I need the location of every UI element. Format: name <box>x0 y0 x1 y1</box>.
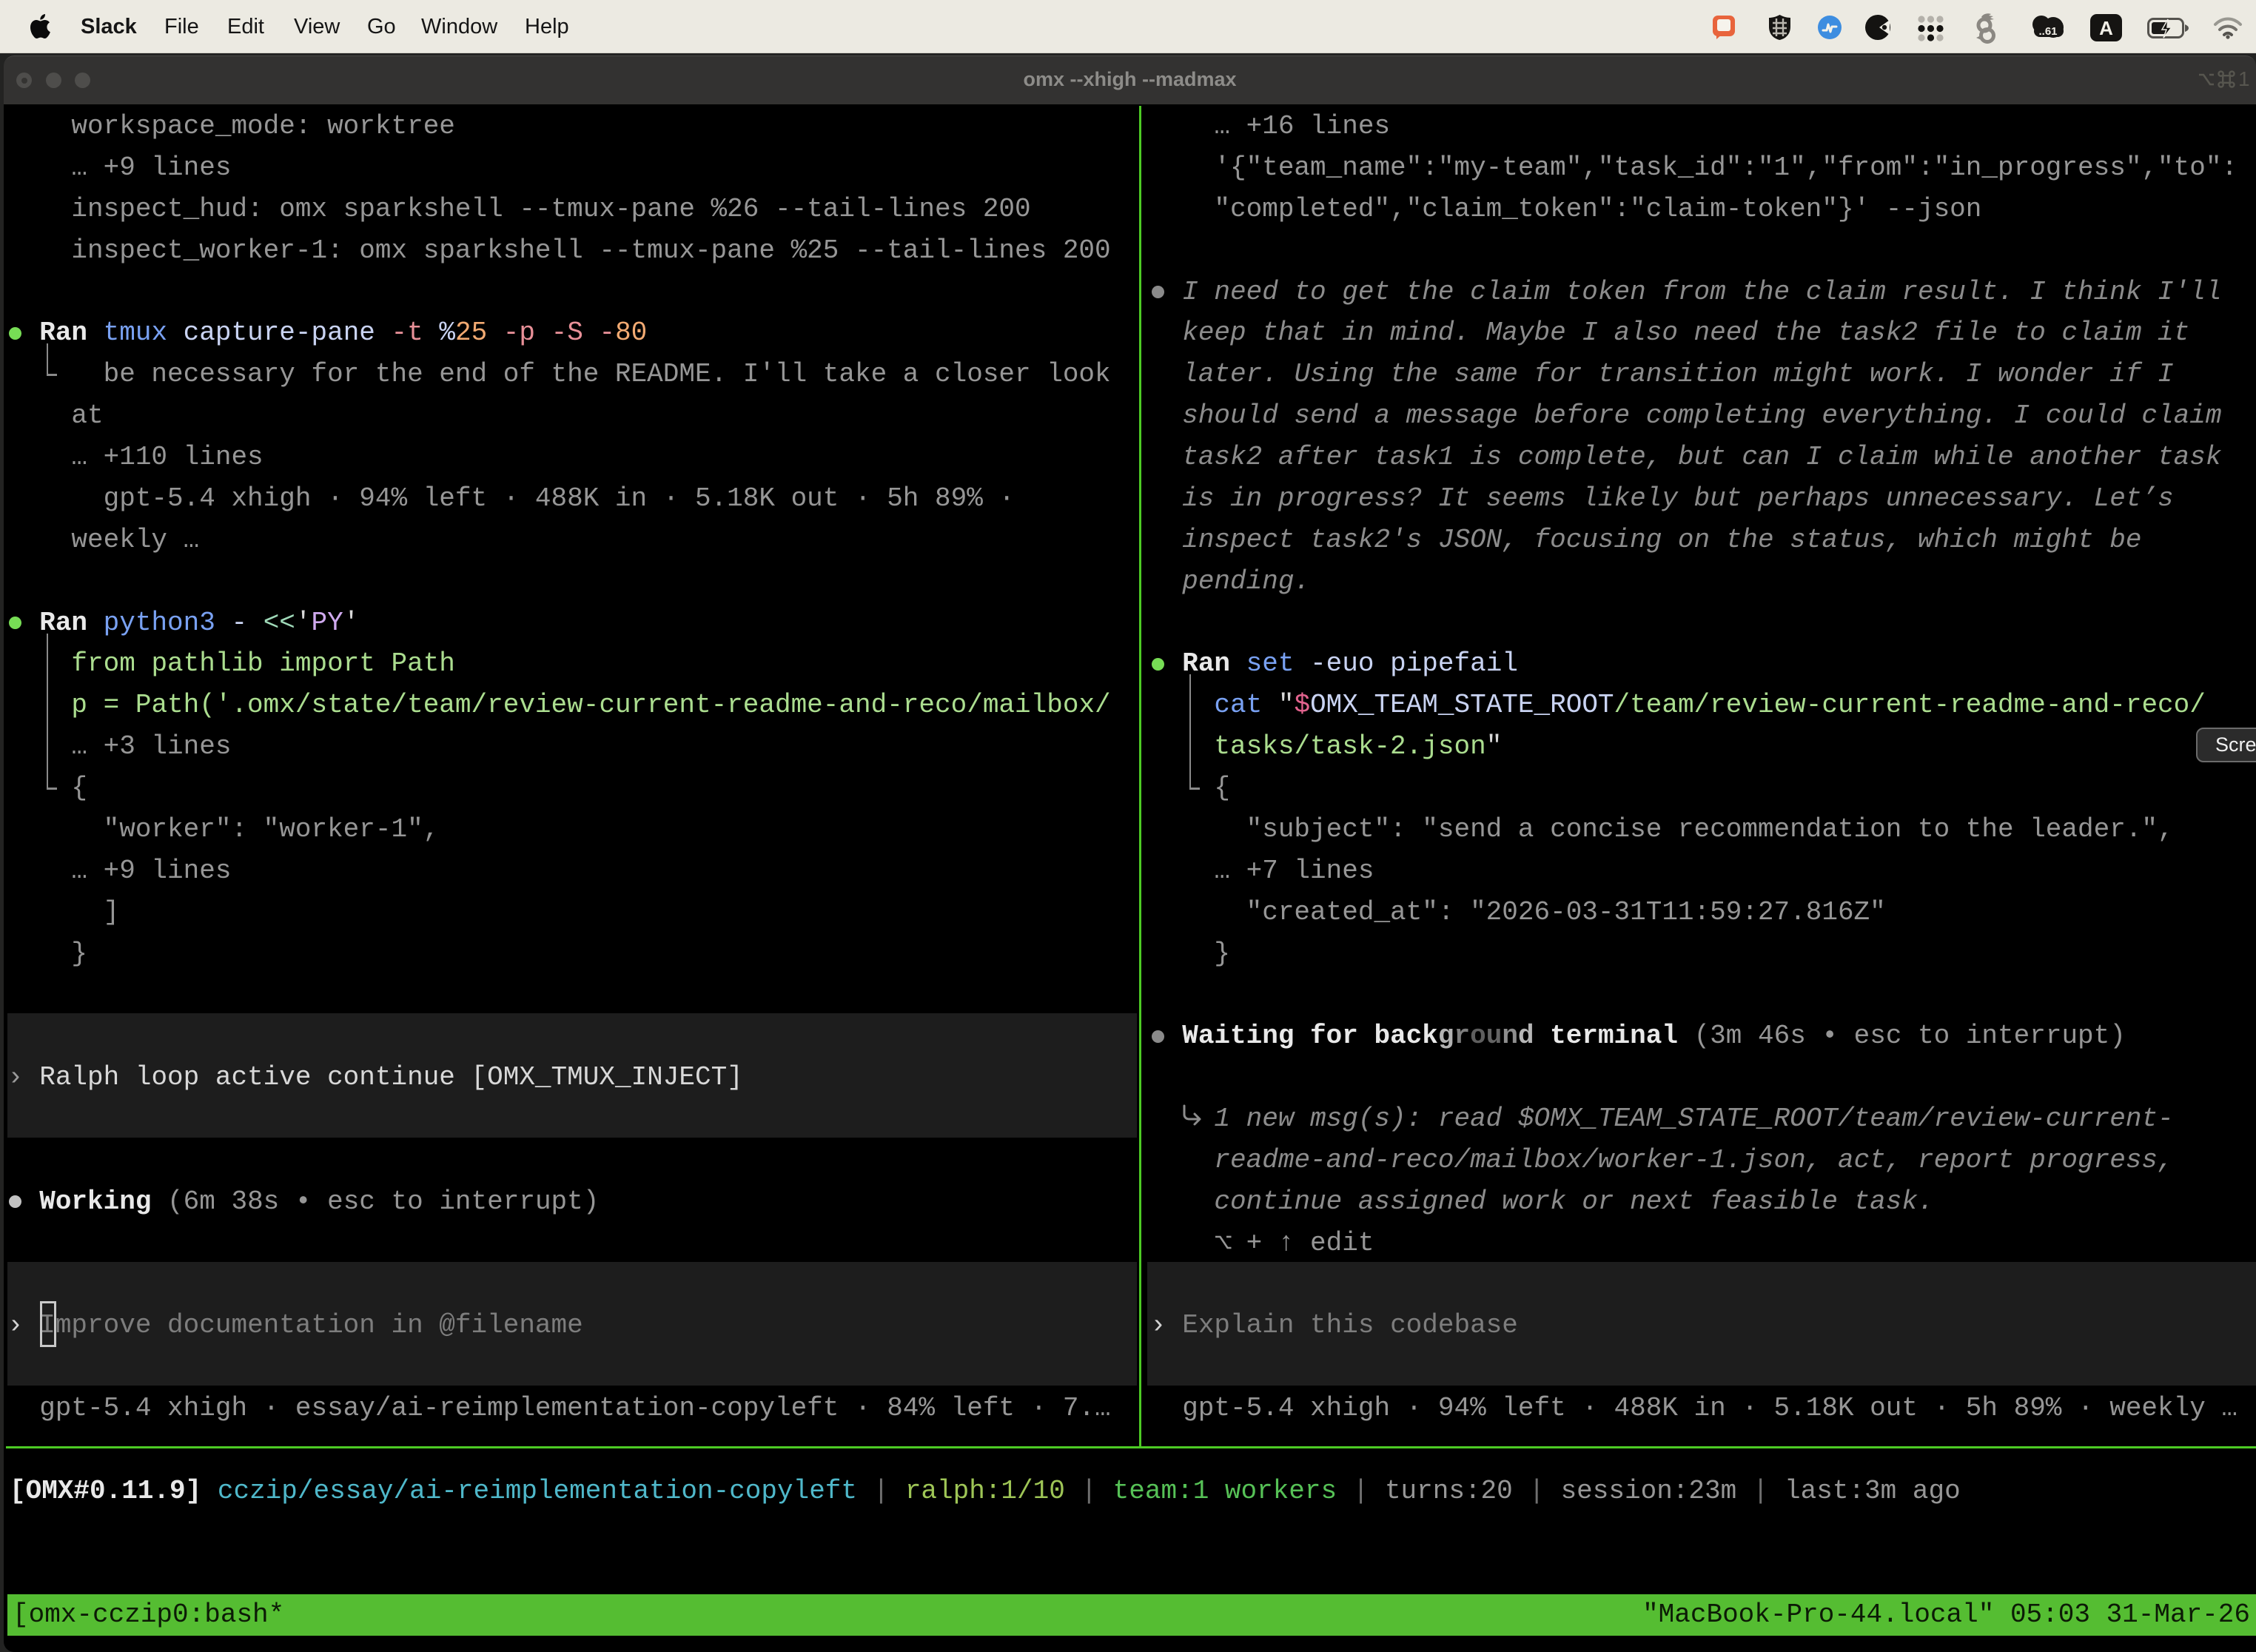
svg-text:..61: ..61 <box>2038 25 2057 38</box>
svg-text:A: A <box>2099 17 2113 39</box>
